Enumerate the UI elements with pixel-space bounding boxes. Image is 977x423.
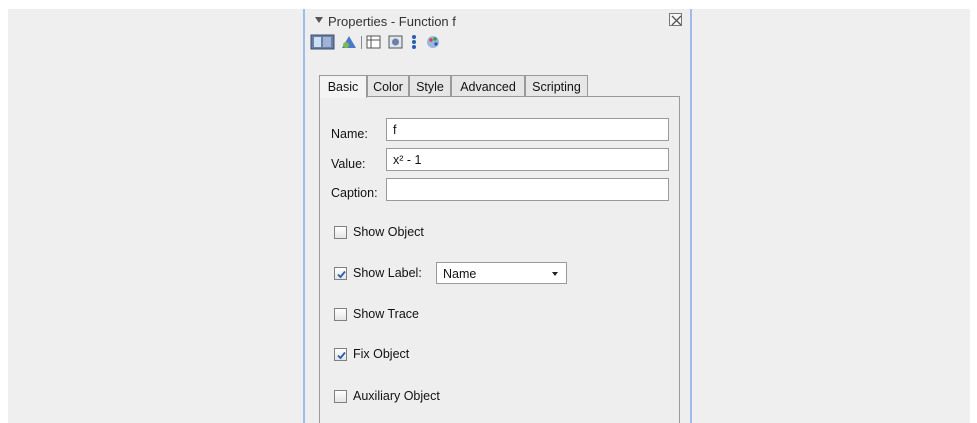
label-mode-value: Name: [443, 267, 477, 281]
panel-title: Properties - Function f: [328, 14, 456, 29]
fix-object-label: Fix Object: [353, 347, 410, 361]
basic-tab-content: Name: f Value: x² - 1 Caption: Show Obje…: [319, 96, 680, 423]
algebra-icon[interactable]: [340, 33, 358, 51]
tab-color[interactable]: Color: [367, 75, 409, 97]
name-label: Name:: [331, 127, 368, 141]
auxiliary-object-label: Auxiliary Object: [353, 389, 440, 403]
close-icon[interactable]: [669, 13, 682, 26]
toolbar-divider: [361, 36, 362, 49]
tab-basic[interactable]: Basic: [319, 75, 367, 98]
chevron-down-icon: [552, 272, 558, 276]
graphics-view-icon[interactable]: [310, 33, 336, 51]
show-label-row[interactable]: Show Label: Name: [334, 262, 574, 284]
tab-style[interactable]: Style: [409, 75, 451, 97]
table-icon[interactable]: [366, 33, 382, 51]
value-label: Value:: [331, 157, 366, 171]
show-trace-label: Show Trace: [353, 307, 420, 321]
check-mark-icon: [337, 351, 346, 360]
show-trace-checkbox[interactable]: [334, 308, 347, 321]
properties-panel: Properties - Function f Basic Color Styl…: [303, 9, 692, 423]
show-label-checkbox[interactable]: [334, 267, 347, 280]
fix-object-checkbox[interactable]: [334, 348, 347, 361]
palette-icon[interactable]: [425, 33, 443, 51]
collapse-triangle-icon[interactable]: [315, 17, 323, 23]
tab-scripting[interactable]: Scripting: [525, 75, 588, 97]
tab-advanced[interactable]: Advanced: [451, 75, 525, 97]
caption-label: Caption:: [331, 186, 378, 200]
label-mode-select[interactable]: Name: [436, 262, 567, 284]
point-icon[interactable]: [409, 33, 419, 51]
name-field[interactable]: f: [386, 118, 669, 141]
value-field[interactable]: x² - 1: [386, 148, 669, 171]
check-mark-icon: [337, 270, 346, 279]
caption-field[interactable]: [386, 178, 669, 201]
tab-strip: Basic Color Style Advanced Scripting: [319, 75, 680, 98]
panel-titlebar: Properties - Function f: [313, 11, 684, 31]
panel-toolbar: [310, 33, 684, 53]
show-label-label: Show Label:: [353, 266, 422, 280]
object-icon[interactable]: [387, 33, 405, 51]
auxiliary-object-checkbox[interactable]: [334, 390, 347, 403]
show-object-label: Show Object: [353, 225, 424, 239]
show-object-checkbox[interactable]: [334, 226, 347, 239]
